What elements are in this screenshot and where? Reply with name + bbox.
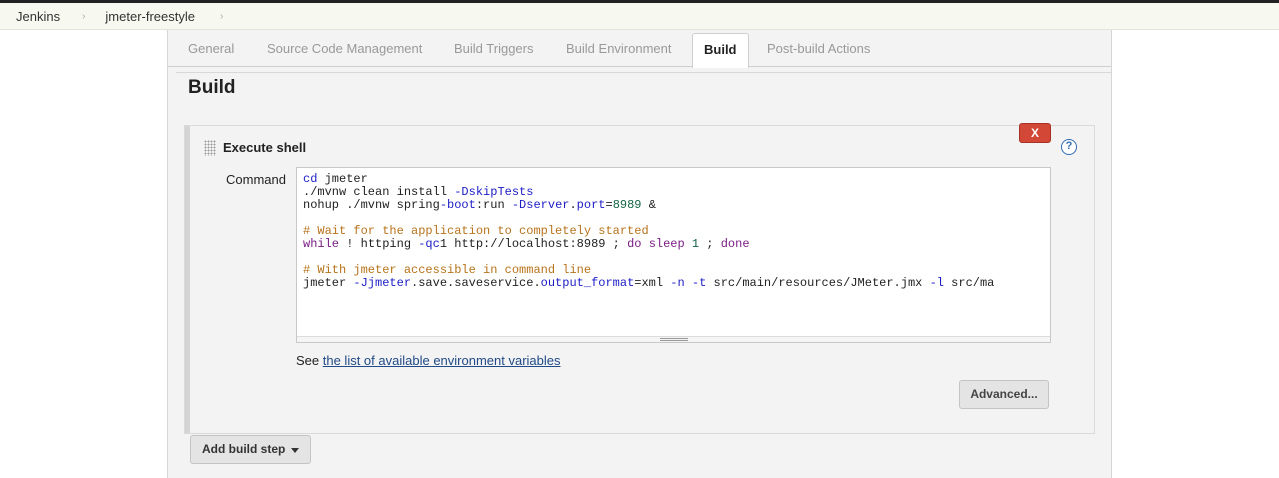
- drag-handle-icon[interactable]: [204, 140, 216, 156]
- env-vars-link[interactable]: the list of available environment variab…: [323, 353, 561, 368]
- tab-build-environment[interactable]: Build Environment: [566, 41, 672, 56]
- breadcrumb-chevron-icon[interactable]: ›: [82, 11, 85, 22]
- see-prefix: See: [296, 353, 323, 368]
- caret-down-icon: [291, 448, 299, 453]
- config-panel: General Source Code Management Build Tri…: [167, 30, 1112, 478]
- section-title: Build: [188, 77, 236, 98]
- tab-general[interactable]: General: [188, 41, 234, 56]
- add-build-step-label: Add build step: [202, 442, 286, 456]
- help-icon[interactable]: ?: [1061, 139, 1077, 155]
- breadcrumb: Jenkins › jmeter-freestyle ›: [0, 3, 1279, 30]
- section-divider: [176, 72, 1111, 73]
- tab-source-code-management[interactable]: Source Code Management: [267, 41, 422, 56]
- build-step-execute-shell: Execute shell X ? Command cd jmeter ./mv…: [184, 123, 1095, 434]
- command-label: Command: [226, 172, 286, 187]
- env-vars-hint: See the list of available environment va…: [296, 353, 561, 368]
- breadcrumb-chevron-icon[interactable]: ›: [220, 11, 223, 22]
- breadcrumb-job[interactable]: jmeter-freestyle: [105, 9, 195, 24]
- tab-build[interactable]: Build: [692, 33, 749, 68]
- add-build-step-button[interactable]: Add build step: [190, 435, 311, 464]
- editor-resize-handle[interactable]: [297, 336, 1050, 342]
- step-title: Execute shell: [223, 140, 307, 155]
- command-text[interactable]: cd jmeter ./mvnw clean install -DskipTes…: [303, 173, 994, 290]
- resize-grip-icon: [660, 338, 688, 341]
- tab-build-triggers[interactable]: Build Triggers: [454, 41, 533, 56]
- tab-post-build-actions[interactable]: Post-build Actions: [767, 41, 870, 56]
- command-editor[interactable]: cd jmeter ./mvnw clean install -DskipTes…: [296, 167, 1051, 343]
- delete-step-button[interactable]: X: [1019, 123, 1051, 143]
- advanced-button[interactable]: Advanced...: [959, 380, 1049, 409]
- step-left-bar: [185, 126, 190, 433]
- breadcrumb-jenkins[interactable]: Jenkins: [0, 9, 60, 24]
- tab-bar: General Source Code Management Build Tri…: [168, 30, 1111, 68]
